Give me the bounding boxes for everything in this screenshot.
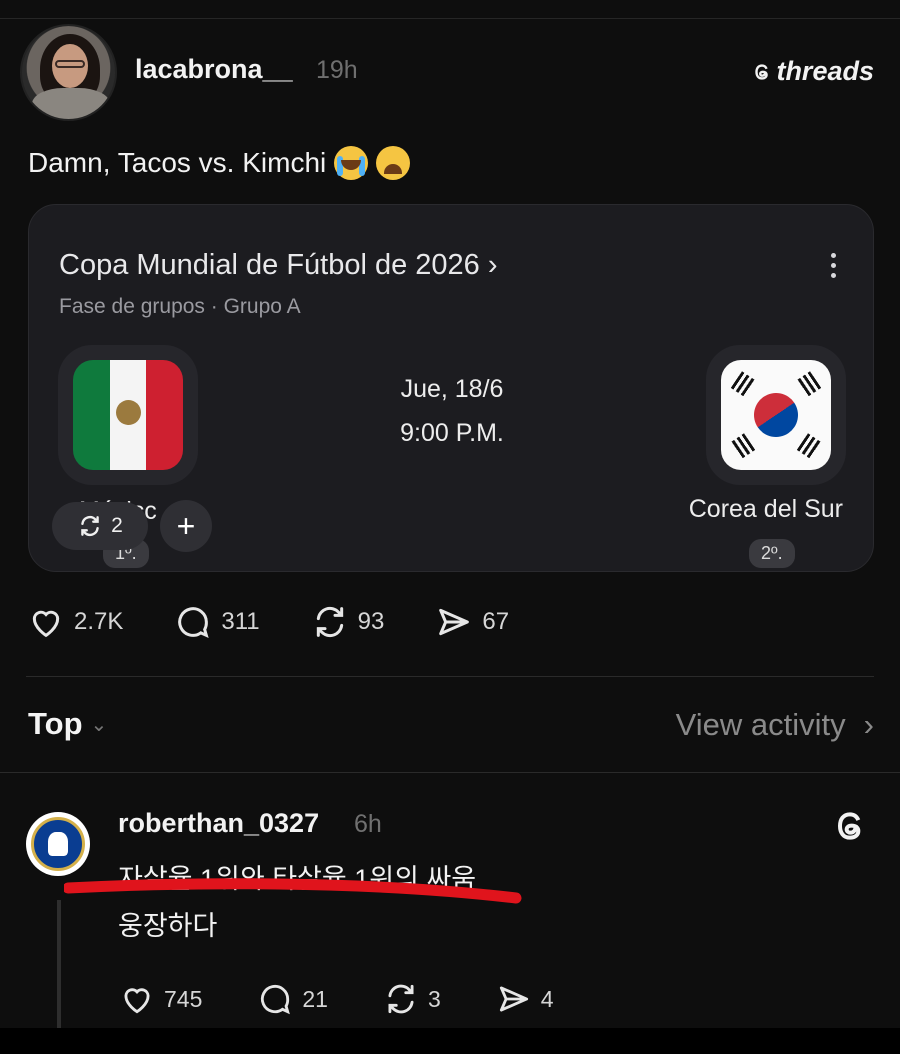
match-date: Jue, 18/6	[400, 375, 504, 403]
avatar-glasses	[55, 60, 85, 68]
post-time: 19h	[316, 56, 358, 84]
repost-button[interactable]: 93	[310, 602, 385, 642]
author-avatar[interactable]	[20, 24, 117, 121]
reply-reply-count: 21	[302, 985, 328, 1012]
threads-logo-icon	[755, 63, 769, 80]
reply-reply-button[interactable]: 21	[256, 980, 328, 1018]
sort-label: Top	[28, 706, 83, 741]
view-activity-label: View activity	[675, 707, 846, 742]
send-icon	[439, 608, 470, 636]
weary-face-icon	[376, 146, 411, 180]
view-activity-link[interactable]: View activity ›	[676, 707, 874, 743]
like-button[interactable]: 2.7K	[26, 602, 123, 642]
post-actions: 2.7K 311 93 67	[26, 602, 559, 642]
repost-icon	[316, 606, 343, 638]
actions-divider	[26, 676, 874, 677]
card-title[interactable]: Copa Mundial de Fútbol de 2026 ›	[59, 249, 498, 282]
threads-logo-icon[interactable]	[830, 806, 870, 846]
bottom-bar	[0, 1028, 900, 1054]
reply-button[interactable]: 311	[173, 602, 260, 642]
card-title-chevron: ›	[487, 249, 498, 281]
threads-brand: threads	[751, 56, 874, 87]
add-button[interactable]: +	[160, 500, 212, 552]
avatar-body	[32, 88, 110, 119]
loudly-crying-face-icon	[334, 146, 369, 180]
top-divider	[0, 18, 900, 19]
brand-label: threads	[776, 56, 874, 86]
mexico-flag-tile[interactable]	[58, 345, 198, 485]
korea-flag-tile[interactable]	[706, 345, 846, 485]
chevron-down-icon: ⌄	[90, 713, 108, 736]
reply-like-count: 745	[164, 985, 203, 1012]
reply-author-avatar[interactable]	[26, 812, 90, 876]
like-count: 2.7K	[74, 608, 124, 635]
reply-share-count: 4	[540, 985, 554, 1012]
more-options-icon[interactable]	[831, 253, 837, 279]
away-team-rank: 2º.	[749, 539, 795, 568]
reply-username[interactable]: roberthan_0327	[118, 808, 319, 839]
reply-repost-count: 3	[427, 985, 441, 1012]
repost-count: 93	[357, 608, 385, 635]
card-subtitle: Fase de grupos · Grupo A	[59, 295, 301, 318]
repost-overlay-count: 2	[111, 514, 123, 537]
reply-share-button[interactable]: 4	[495, 980, 554, 1018]
sort-dropdown[interactable]: Top ⌄	[28, 706, 107, 742]
repost-overlay-button[interactable]: 2	[52, 502, 148, 550]
send-icon	[499, 986, 528, 1012]
reply-count: 311	[221, 608, 260, 635]
post-text: Damn, Tacos vs. Kimchi	[28, 147, 327, 178]
reply-repost-button[interactable]: 3	[382, 980, 441, 1018]
repost-icon	[388, 984, 414, 1014]
thread-line	[57, 900, 61, 1028]
reply-text-line-2: 웅장하다	[118, 911, 218, 941]
away-team-name: Corea del Sur	[688, 495, 843, 523]
chelsea-crest-icon	[31, 817, 85, 871]
author-username[interactable]: lacabrona__	[135, 54, 293, 85]
reply-actions: 745 21 3 4	[118, 980, 608, 1018]
reply-like-button[interactable]: 745	[118, 980, 202, 1018]
comment-icon	[261, 984, 291, 1015]
share-count: 67	[482, 608, 510, 635]
post-body: Damn, Tacos vs. Kimchi	[28, 146, 411, 180]
comment-icon	[178, 607, 210, 639]
repost-icon	[81, 515, 99, 537]
match-card[interactable]: Copa Mundial de Fútbol de 2026 › Fase de…	[28, 204, 874, 572]
share-button[interactable]: 67	[434, 602, 509, 642]
chevron-right-icon: ›	[863, 707, 874, 742]
match-time: 9:00 P.M.	[400, 419, 504, 447]
heart-icon	[124, 988, 150, 1014]
section-divider	[0, 772, 900, 773]
card-title-text: Copa Mundial de Fútbol de 2026	[59, 249, 480, 281]
reply-time: 6h	[354, 810, 382, 838]
heart-icon	[32, 610, 60, 638]
